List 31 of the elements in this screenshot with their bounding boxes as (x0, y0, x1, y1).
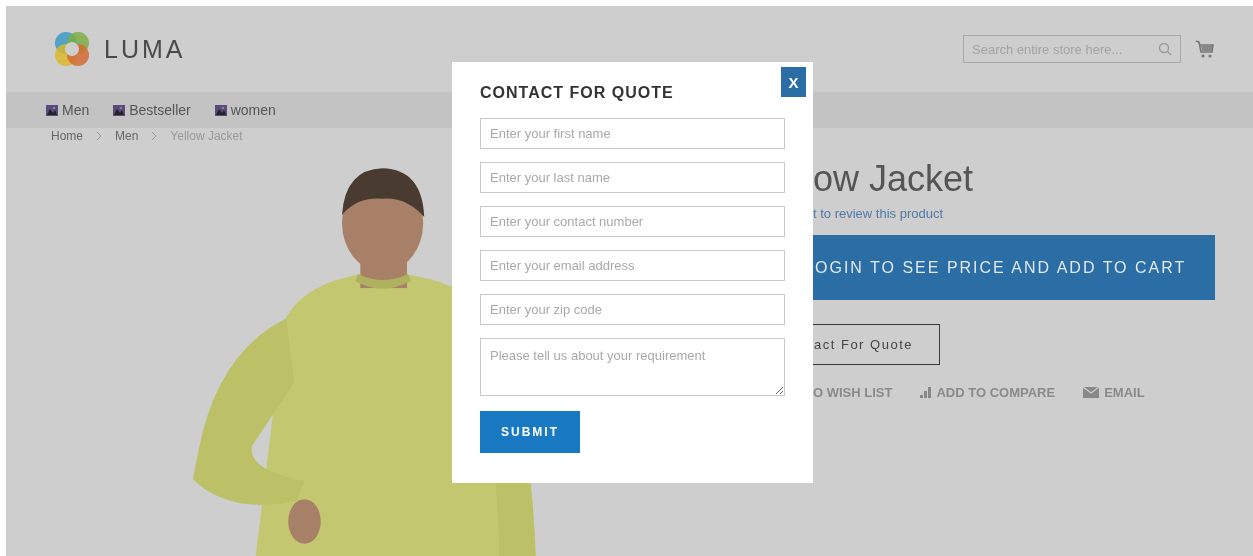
message-field[interactable]: Please tell us about your requirement (480, 338, 785, 396)
image-icon (113, 104, 126, 116)
product-title: ow Jacket (813, 158, 974, 200)
chevron-icon (150, 131, 159, 141)
login-to-see-price-button[interactable]: OGIN TO SEE PRICE AND ADD TO CART (813, 235, 1215, 300)
image-icon (46, 104, 58, 116)
review-link[interactable]: t to review this product (813, 206, 944, 221)
input-field[interactable]: Enter your contact number (480, 206, 785, 237)
input-field[interactable]: Enter your email address (480, 250, 785, 281)
email-link[interactable]: EMAIL (1104, 385, 1145, 400)
nav-link[interactable]: women (230, 102, 276, 118)
breadcrumb-link[interactable]: Men (115, 129, 139, 143)
search-icon[interactable] (1158, 42, 1172, 56)
close-button[interactable]: X (781, 67, 806, 97)
logo-icon[interactable] (52, 29, 92, 69)
input-field[interactable]: Enter your zip code (480, 294, 785, 325)
nav-link[interactable]: Men (62, 102, 90, 118)
dialog-title: CONTACT FOR QUOTE (480, 83, 675, 103)
chevron-icon (95, 131, 103, 141)
cart-icon[interactable] (1195, 39, 1215, 59)
envelope-icon (1083, 387, 1100, 398)
submit-button[interactable]: SUBMIT (480, 411, 580, 453)
add-to-compare-link[interactable]: ADD TO COMPARE (936, 385, 1056, 400)
image-icon (214, 104, 227, 116)
input-field[interactable]: Enter your first name (480, 118, 785, 149)
logo-text[interactable]: LUMA (104, 34, 186, 64)
wish-list-link[interactable]: O WISH LIST (813, 385, 893, 400)
input-field[interactable]: Enter your last name (480, 162, 785, 193)
breadcrumb-link[interactable]: Home (51, 129, 83, 143)
nav-link[interactable]: Bestseller (129, 102, 191, 118)
bar-chart-icon (920, 387, 932, 398)
